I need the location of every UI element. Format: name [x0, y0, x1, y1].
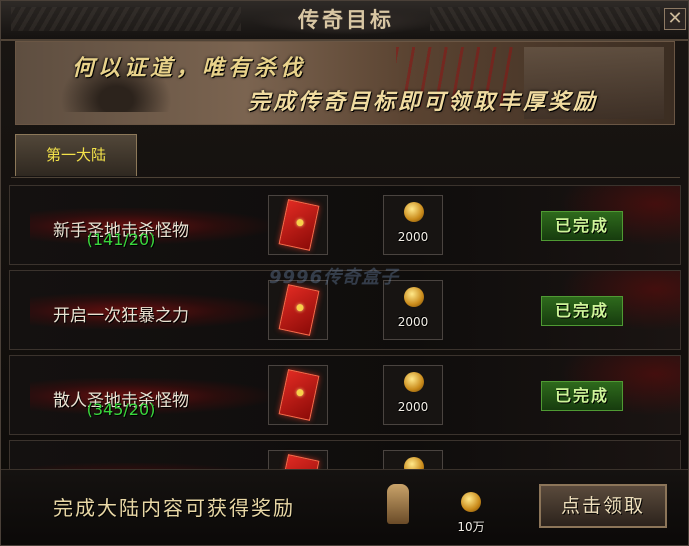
gold-coin-icon [404, 457, 424, 469]
gold-coin-icon [404, 202, 424, 222]
reward-slot-gold[interactable]: 2000 [383, 195, 443, 255]
footer-panel: 完成大陆内容可获得奖励 10万 点击领取 [1, 469, 688, 545]
gold-amount: 2000 [397, 315, 429, 329]
reward-slot-item[interactable] [268, 280, 328, 340]
goal-progress: (345/20) [86, 400, 156, 419]
close-button[interactable]: ✕ [664, 8, 686, 30]
tab-first-continent[interactable]: 第一大陆 [15, 134, 137, 176]
goal-row: 散人圣地击杀怪物 (345/20) 2000 已完成 [9, 355, 681, 435]
goal-progress: (141/20) [86, 230, 156, 249]
completed-button[interactable]: 已完成 [541, 211, 623, 241]
watermark: 9996传奇盒子 [269, 267, 400, 288]
title-ornament-left [11, 7, 241, 31]
reward-slot-gold[interactable] [383, 450, 443, 469]
title-ornament-right [430, 7, 660, 31]
red-envelope-icon [278, 454, 320, 469]
gold-coin-icon [404, 287, 424, 307]
tab-bar: 第一大陆 [11, 131, 680, 178]
reward-slot-gold[interactable]: 2000 [383, 365, 443, 425]
reward-slot-gold[interactable]: 2000 [383, 280, 443, 340]
legend-goals-window: 传奇目标 ✕ 何以证道，唯有杀伐 完成传奇目标即可领取丰厚奖励 第一大陆 新手圣… [0, 0, 689, 546]
claim-reward-button[interactable]: 点击领取 [539, 484, 667, 528]
footer-gold-amount: 10万 [457, 520, 485, 534]
goal-row [9, 440, 681, 469]
gold-coin-icon [461, 492, 481, 512]
reward-slot-item[interactable] [268, 450, 328, 469]
gold-coin-icon [404, 372, 424, 392]
goal-name: 开启一次狂暴之力 [53, 306, 189, 326]
reward-figure-icon[interactable] [387, 484, 409, 524]
completed-button[interactable]: 已完成 [541, 381, 623, 411]
gold-amount: 2000 [397, 230, 429, 244]
continent-reward-text: 完成大陆内容可获得奖励 [53, 496, 295, 520]
reward-slot-item[interactable] [268, 365, 328, 425]
banner-slogan: 何以证道，唯有杀伐 [72, 56, 307, 81]
banner: 何以证道，唯有杀伐 完成传奇目标即可领取丰厚奖励 [15, 41, 675, 125]
goal-row: 新手圣地击杀怪物 (141/20) 2000 已完成 [9, 185, 681, 265]
goal-list[interactable]: 新手圣地击杀怪物 (141/20) 2000 已完成 开启一次狂暴之力 2000… [9, 185, 681, 469]
title-bar: 传奇目标 ✕ [1, 1, 688, 41]
red-envelope-icon [278, 369, 320, 421]
reward-slot-item[interactable] [268, 195, 328, 255]
red-envelope-icon [278, 284, 320, 336]
red-envelope-icon [278, 199, 320, 251]
gold-amount: 2000 [397, 400, 429, 414]
banner-subtitle: 完成传奇目标即可领取丰厚奖励 [248, 90, 599, 115]
window-title: 传奇目标 [251, 5, 441, 35]
completed-button[interactable]: 已完成 [541, 296, 623, 326]
